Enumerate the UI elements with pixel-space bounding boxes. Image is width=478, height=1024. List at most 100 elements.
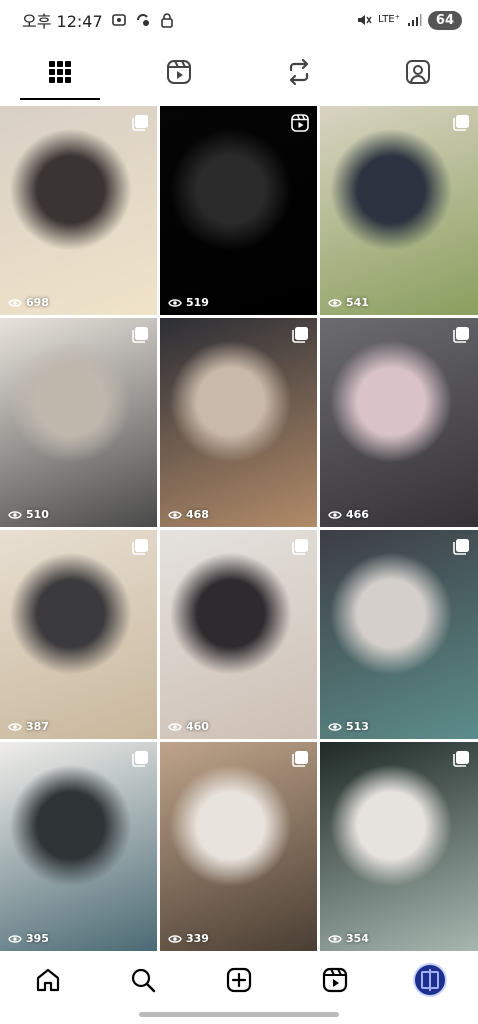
reels-icon xyxy=(167,60,192,84)
reels-icon xyxy=(322,967,347,993)
grid-post-tile[interactable]: 510 xyxy=(0,318,157,527)
profile-tabs xyxy=(0,44,478,100)
tab-tagged[interactable] xyxy=(359,44,478,100)
grid-post-tile[interactable]: 387 xyxy=(0,530,157,739)
tab-reels[interactable] xyxy=(120,44,240,100)
post-thumbnail xyxy=(0,318,157,527)
carousel-badge-icon xyxy=(453,751,469,767)
post-thumbnail xyxy=(0,530,157,739)
post-thumbnail xyxy=(160,742,317,951)
signal-icon xyxy=(407,14,422,26)
posts-grid: 698 519 541 510 468 466 387 460 513 395 339 354 xyxy=(0,100,478,952)
view-count: 395 xyxy=(8,932,49,945)
grid-post-tile[interactable]: 354 xyxy=(320,742,478,951)
post-thumbnail xyxy=(160,318,317,527)
view-count-number: 519 xyxy=(186,296,209,309)
lock-icon xyxy=(160,13,173,28)
eye-icon xyxy=(8,722,22,731)
battery-badge: 64 xyxy=(427,10,462,30)
eye-icon xyxy=(328,298,342,307)
view-count: 460 xyxy=(168,720,209,733)
post-thumbnail xyxy=(160,106,317,315)
carousel-badge-icon xyxy=(292,539,308,555)
post-thumbnail xyxy=(320,530,478,739)
carousel-badge-icon xyxy=(453,115,469,131)
carousel-badge-icon xyxy=(453,539,469,555)
nav-reels-button[interactable] xyxy=(287,966,383,994)
view-count-number: 541 xyxy=(346,296,369,309)
search-icon xyxy=(132,968,156,993)
nav-create-button[interactable] xyxy=(191,966,287,994)
home-icon xyxy=(36,968,59,992)
view-count: 354 xyxy=(328,932,369,945)
grid-post-tile[interactable]: 513 xyxy=(320,530,478,739)
view-count: 510 xyxy=(8,508,49,521)
post-thumbnail xyxy=(320,318,478,527)
carousel-badge-icon xyxy=(132,115,148,131)
view-count-number: 510 xyxy=(26,508,49,521)
view-count: 519 xyxy=(168,296,209,309)
view-count-number: 387 xyxy=(26,720,49,733)
view-count-number: 698 xyxy=(26,296,49,309)
grid-post-tile[interactable]: 698 xyxy=(0,106,157,315)
view-count: 466 xyxy=(328,508,369,521)
view-count: 339 xyxy=(168,932,209,945)
tagged-person-icon xyxy=(406,60,431,84)
grid-post-tile[interactable]: 460 xyxy=(160,530,317,739)
profile-avatar xyxy=(413,963,448,997)
tab-reposts[interactable] xyxy=(239,44,359,100)
grid-icon xyxy=(48,61,71,83)
grid-post-tile[interactable]: 519 xyxy=(160,106,317,315)
eye-icon xyxy=(328,722,342,731)
reel-badge-icon xyxy=(291,114,309,132)
grid-post-tile[interactable]: 395 xyxy=(0,742,157,951)
grid-post-tile[interactable]: 466 xyxy=(320,318,478,527)
post-thumbnail xyxy=(320,742,478,951)
view-count: 541 xyxy=(328,296,369,309)
eye-icon xyxy=(8,298,22,307)
view-count-number: 395 xyxy=(26,932,49,945)
view-count: 468 xyxy=(168,508,209,521)
carousel-badge-icon xyxy=(292,327,308,343)
eye-icon xyxy=(328,510,342,519)
post-thumbnail xyxy=(160,530,317,739)
nav-profile-button[interactable] xyxy=(382,963,478,997)
view-count-number: 468 xyxy=(186,508,209,521)
carousel-badge-icon xyxy=(292,751,308,767)
plus-square-icon xyxy=(226,967,252,993)
carousel-badge-icon xyxy=(453,327,469,343)
carousel-badge-icon xyxy=(132,539,148,555)
grid-post-tile[interactable]: 468 xyxy=(160,318,317,527)
status-bar: 오후 12:47 LTE⁺ 64 xyxy=(0,0,478,40)
view-count: 387 xyxy=(8,720,49,733)
view-count-number: 354 xyxy=(346,932,369,945)
view-count-number: 460 xyxy=(186,720,209,733)
view-count-number: 513 xyxy=(346,720,369,733)
post-thumbnail xyxy=(0,742,157,951)
grid-post-tile[interactable]: 541 xyxy=(320,106,478,315)
view-count: 513 xyxy=(328,720,369,733)
post-thumbnail xyxy=(320,106,478,315)
eye-icon xyxy=(168,298,182,307)
status-time: 오후 12:47 xyxy=(22,12,103,31)
repost-icon xyxy=(289,58,308,86)
nav-home-button[interactable] xyxy=(0,966,96,994)
view-count: 698 xyxy=(8,296,49,309)
home-indicator xyxy=(139,1012,339,1017)
mute-icon xyxy=(358,15,372,25)
bottom-navigation xyxy=(0,952,478,1008)
tab-posts-grid[interactable] xyxy=(0,44,120,100)
view-count-number: 339 xyxy=(186,932,209,945)
view-count-number: 466 xyxy=(346,508,369,521)
network-type: LTE⁺ xyxy=(378,14,400,25)
post-thumbnail xyxy=(0,106,157,315)
eye-icon xyxy=(168,934,182,943)
carousel-badge-icon xyxy=(132,751,148,767)
screenshot-icon xyxy=(111,14,126,26)
eye-icon xyxy=(168,722,182,731)
eye-icon xyxy=(328,934,342,943)
nav-search-button[interactable] xyxy=(96,966,192,994)
carousel-badge-icon xyxy=(132,327,148,343)
eye-icon xyxy=(168,510,182,519)
grid-post-tile[interactable]: 339 xyxy=(160,742,317,951)
